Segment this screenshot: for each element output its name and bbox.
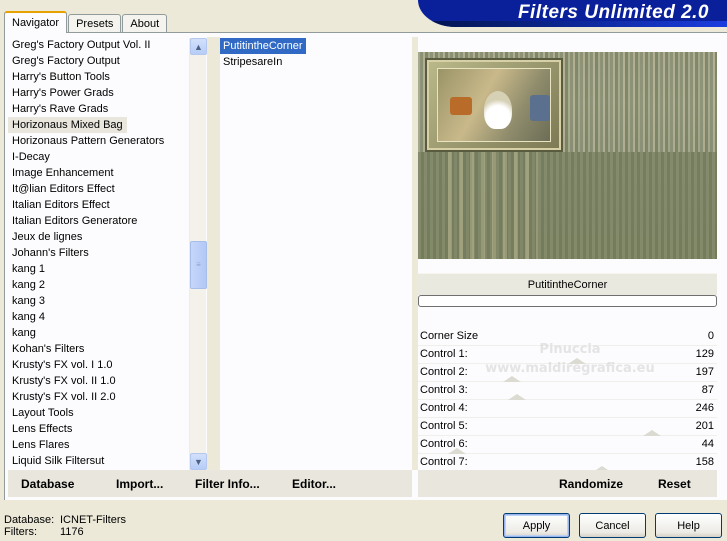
preview-shape-blue: [530, 95, 550, 121]
filter-item[interactable]: StripesareIn: [220, 54, 285, 70]
filters-count-label: Filters:: [4, 526, 37, 538]
preview-artwork: [437, 68, 551, 142]
control-value: 197: [695, 366, 714, 378]
help-button[interactable]: Help: [655, 513, 722, 538]
status-info: Database: ICNET-Filters Filters: 1176: [4, 514, 126, 538]
scroll-thumb[interactable]: ≡: [190, 240, 207, 289]
category-item[interactable]: Jeux de lignes: [8, 229, 190, 245]
category-item[interactable]: kang: [8, 325, 190, 341]
control-label: Control 1:: [420, 348, 468, 360]
control-slider[interactable]: Control 2: 197: [418, 364, 717, 382]
control-label: Control 2:: [420, 366, 468, 378]
title-banner: Filters Unlimited 2.0: [418, 0, 727, 27]
filters-count-value: 1176: [60, 526, 84, 538]
category-item[interactable]: kang 4: [8, 309, 190, 325]
control-label: Corner Size: [420, 330, 479, 342]
chevron-up-icon[interactable]: ▲: [190, 38, 207, 55]
preview-image: [418, 52, 717, 259]
database-label: Database:: [4, 514, 55, 526]
control-slider[interactable]: Control 4: 246: [418, 400, 717, 418]
control-value: 201: [695, 420, 714, 432]
control-value: 87: [701, 384, 714, 396]
category-item[interactable]: Layout Tools: [8, 405, 190, 421]
filter-controls: Corner Size 0 Control 1: 129 Control 2: 197 Co…: [418, 328, 717, 472]
import-button[interactable]: Import...: [116, 477, 163, 491]
category-item[interactable]: Liquid Silk Filtersut: [8, 453, 190, 469]
control-value: 44: [701, 438, 714, 450]
category-item[interactable]: Kohan's Filters: [8, 341, 190, 357]
category-list[interactable]: Greg's Factory Output Vol. II Greg's Fact…: [8, 37, 190, 469]
category-item[interactable]: Krusty's FX vol. II 2.0: [8, 389, 190, 405]
preview-figure: [484, 91, 512, 129]
category-item[interactable]: Italian Editors Generatore: [8, 213, 190, 229]
category-item[interactable]: Greg's Factory Output Vol. II: [8, 37, 190, 53]
category-item[interactable]: Harry's Power Grads: [8, 85, 190, 101]
tab-presets[interactable]: Presets: [68, 14, 122, 33]
editor-button[interactable]: Editor...: [292, 477, 336, 491]
chevron-down-icon[interactable]: ▼: [190, 453, 207, 470]
control-value: 0: [707, 330, 714, 342]
category-item[interactable]: Krusty's FX vol. II 1.0: [8, 373, 190, 389]
category-item[interactable]: Horizonaus Pattern Generators: [8, 133, 190, 149]
reset-button[interactable]: Reset: [658, 477, 691, 491]
preview-stripes: [448, 152, 538, 259]
category-item[interactable]: Italian Editors Effect: [8, 197, 190, 213]
category-item[interactable]: Johann's Filters: [8, 245, 190, 261]
database-button[interactable]: Database: [21, 477, 74, 491]
category-item[interactable]: Horizonaus Mixed Bag: [8, 117, 127, 133]
banner-title: Filters Unlimited 2.0: [517, 2, 709, 23]
category-item[interactable]: Krusty's FX vol. I 1.0: [8, 357, 190, 373]
control-value: 129: [695, 348, 714, 360]
control-label: Control 4:: [420, 402, 468, 414]
control-value: 158: [695, 456, 714, 468]
control-slider[interactable]: Control 1: 129: [418, 346, 717, 364]
category-item[interactable]: Greg's Factory Output: [8, 53, 190, 69]
control-label: Control 7:: [420, 456, 468, 468]
preview-shape-orange: [450, 97, 472, 115]
category-item[interactable]: Image Enhancement: [8, 165, 190, 181]
tab-navigator[interactable]: Navigator: [4, 11, 68, 33]
preview-frame: [427, 60, 561, 150]
grip-icon: ≡: [196, 260, 201, 269]
category-item[interactable]: kang 1: [8, 261, 190, 277]
tab-about[interactable]: About: [122, 14, 168, 33]
cancel-button[interactable]: Cancel: [579, 513, 646, 538]
category-scrollbar[interactable]: ▲ ≡ ▼: [189, 38, 207, 470]
category-item[interactable]: Harry's Button Tools: [8, 69, 190, 85]
category-item[interactable]: It@lian Editors Effect: [8, 181, 190, 197]
control-slider[interactable]: Corner Size 0: [418, 328, 717, 346]
category-item[interactable]: kang 3: [8, 293, 190, 309]
tab-panel-border: [4, 32, 727, 33]
list-divider: [207, 37, 220, 470]
filter-item[interactable]: PutitintheCorner: [220, 38, 306, 54]
tab-bar: Navigator Presets About: [4, 11, 168, 33]
control-value: 246: [695, 402, 714, 414]
category-item[interactable]: I-Decay: [8, 149, 190, 165]
apply-button[interactable]: Apply: [503, 513, 570, 538]
control-slider[interactable]: Control 6: 44: [418, 436, 717, 454]
category-item[interactable]: Lens Effects: [8, 421, 190, 437]
control-slider[interactable]: Control 3: 87: [418, 382, 717, 400]
left-toolbar: Database Import... Filter Info... Editor…: [8, 470, 412, 497]
control-label: Control 5:: [420, 420, 468, 432]
current-filter-name: PutitintheCorner: [418, 273, 717, 295]
filter-info-button[interactable]: Filter Info...: [195, 477, 260, 491]
database-value: ICNET-Filters: [60, 514, 126, 526]
randomize-button[interactable]: Randomize: [559, 477, 623, 491]
progress-bar: [418, 295, 717, 307]
filter-list[interactable]: PutitintheCorner StripesareIn: [220, 38, 412, 470]
category-item[interactable]: kang 2: [8, 277, 190, 293]
control-slider[interactable]: Control 5: 201: [418, 418, 717, 436]
category-item[interactable]: Harry's Rave Grads: [8, 101, 190, 117]
category-item[interactable]: Lens Flares: [8, 437, 190, 453]
right-toolbar: Randomize Reset: [418, 470, 717, 497]
control-label: Control 3:: [420, 384, 468, 396]
